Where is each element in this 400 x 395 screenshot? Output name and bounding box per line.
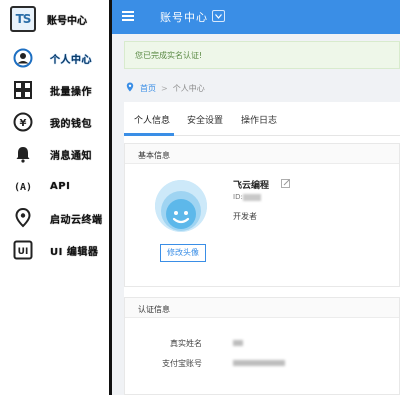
svg-text:UI: UI	[18, 247, 29, 257]
sidebar-nav: 个人中心 批量操作 ¥ 我的钱包 消息通知 (A) API 启动云终端 UI U…	[12, 42, 108, 266]
section-title: 认证信息	[125, 298, 399, 318]
breadcrumb: 首页 > 个人中心	[126, 82, 205, 94]
sidebar-item-label: 批量操作	[50, 86, 92, 98]
sidebar-item-label: 启动云终端	[50, 214, 103, 226]
chevron-down-icon[interactable]	[212, 10, 225, 22]
menu-toggle-icon[interactable]	[122, 9, 138, 25]
sidebar-item-label: UI 编辑器	[50, 246, 99, 258]
tab-personal-info[interactable]: 个人信息	[134, 113, 170, 126]
basic-info-section: 基本信息 修改头像 飞云编程 ID: 开发者	[124, 143, 400, 287]
user-name: 飞云编程	[233, 181, 270, 191]
svg-text:(A): (A)	[14, 182, 32, 193]
profile-panel: 个人信息 安全设置 操作日志 基本信息 修改头像 飞云编程 ID: 开发者 认证…	[124, 102, 400, 395]
breadcrumb-home-link[interactable]: 首页	[140, 83, 156, 94]
section-title: 基本信息	[125, 144, 399, 164]
ui-box-icon: UI	[12, 239, 34, 261]
verification-notice: 您已完成实名认证!	[124, 41, 400, 69]
sidebar-item-api[interactable]: (A) API	[12, 170, 108, 202]
grid-icon	[12, 79, 34, 101]
tab-security-settings[interactable]: 安全设置	[187, 113, 223, 126]
profile-tabs: 个人信息 安全设置 操作日志	[124, 102, 400, 136]
real-name-label: 真实姓名	[170, 339, 202, 348]
sidebar-item-label: 消息通知	[50, 150, 92, 162]
location-pin-icon	[126, 82, 134, 94]
location-pin-icon	[12, 207, 34, 229]
api-icon: (A)	[12, 175, 34, 197]
app-logo: TS	[10, 6, 36, 32]
sidebar-item-cloud-terminal[interactable]: 启动云终端	[12, 202, 108, 234]
cert-info-section: 认证信息 真实姓名 支付宝账号	[124, 297, 400, 395]
sidebar-item-batch[interactable]: 批量操作	[12, 74, 108, 106]
main-content: 您已完成实名认证! 首页 > 个人中心 个人信息 安全设置 操作日志 基本信息	[112, 34, 400, 395]
user-id-value-redacted	[242, 193, 261, 201]
sidebar-item-label: 我的钱包	[50, 118, 92, 130]
header-title[interactable]: 账号中心	[160, 9, 208, 25]
sidebar-item-notifications[interactable]: 消息通知	[12, 138, 108, 170]
active-tab-indicator	[124, 133, 174, 136]
breadcrumb-current: 个人中心	[172, 83, 205, 93]
sidebar-item-wallet[interactable]: ¥ 我的钱包	[12, 106, 108, 138]
sidebar: TS 账号中心 个人中心 批量操作 ¥ 我的钱包 消息通知 (A) API 启动…	[0, 0, 109, 395]
app-title: 账号中心	[47, 15, 87, 27]
sidebar-item-personal-center[interactable]: 个人中心	[12, 42, 108, 74]
bell-icon	[12, 143, 34, 165]
user-id: ID:	[233, 193, 261, 201]
alipay-account-value-redacted	[233, 360, 285, 366]
breadcrumb-separator: >	[161, 83, 168, 93]
edit-avatar-button[interactable]: 修改头像	[160, 244, 206, 262]
edit-icon[interactable]	[281, 178, 291, 191]
avatar	[155, 180, 207, 232]
alipay-account-label: 支付宝账号	[162, 359, 202, 368]
sidebar-item-ui-editor[interactable]: UI UI 编辑器	[12, 234, 108, 266]
user-role: 开发者	[233, 212, 257, 221]
tab-operation-log[interactable]: 操作日志	[241, 113, 277, 126]
sidebar-logo-row[interactable]: TS 账号中心	[10, 6, 87, 32]
yen-coin-icon: ¥	[12, 111, 34, 133]
user-circle-icon	[12, 47, 34, 69]
sidebar-item-label: 个人中心	[50, 54, 92, 66]
user-id-prefix: ID:	[233, 193, 243, 201]
top-header: 账号中心	[112, 0, 400, 34]
sidebar-item-label: API	[50, 180, 71, 192]
real-name-value-redacted	[233, 340, 243, 346]
svg-text:¥: ¥	[20, 118, 27, 129]
